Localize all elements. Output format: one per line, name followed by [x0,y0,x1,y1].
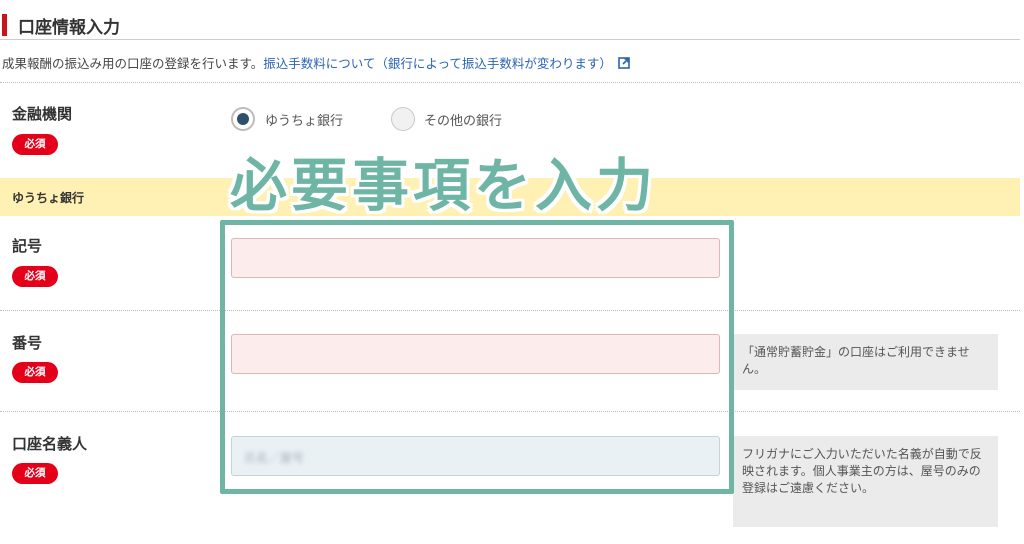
section-header: 口座情報入力 [0,10,1020,40]
meigi-placeholder: 氏名／屋号 [244,451,305,465]
title-accent-bar [2,14,7,36]
radio-yucho[interactable] [231,107,255,131]
required-badge: 必須 [12,266,58,287]
bank-label: 金融機関 [12,105,73,123]
divider [0,310,1020,311]
section-description: 成果報酬の振込み用の口座の登録を行います。振込手数料について（銀行によって振込手… [2,53,630,72]
required-badge: 必須 [12,362,58,383]
kigo-label: 記号 [12,237,43,255]
divider [0,411,1020,412]
meigi-input[interactable]: 氏名／屋号 [231,436,720,476]
radio-other-bank-label[interactable]: その他の銀行 [424,110,502,129]
annotation-caption: 必要事項を入力 [230,153,657,219]
bango-label: 番号 [12,334,43,352]
page-title: 口座情報入力 [18,18,120,38]
description-text: 成果報酬の振込み用の口座の登録を行います。 [2,56,264,71]
kigo-input[interactable] [231,238,720,278]
external-link-icon[interactable] [618,57,630,69]
required-badge: 必須 [12,134,58,155]
fee-info-link[interactable]: 振込手数料について（銀行によって振込手数料が変わります） [263,56,612,71]
meigi-note: フリガナにご入力いただいた名義が自動で反映されます。個人事業主の方は、屋号のみの… [733,436,998,527]
yucho-section-label: ゆうちょ銀行 [12,191,85,205]
bango-input[interactable] [231,334,720,374]
meigi-label: 口座名義人 [12,435,88,453]
required-badge: 必須 [12,463,58,484]
bango-note: 「通常貯蓄貯金」の口座はご利用できません。 [733,334,998,390]
divider [0,82,1020,83]
radio-yucho-label[interactable]: ゆうちょ銀行 [265,110,343,129]
radio-other-bank[interactable] [391,107,415,131]
